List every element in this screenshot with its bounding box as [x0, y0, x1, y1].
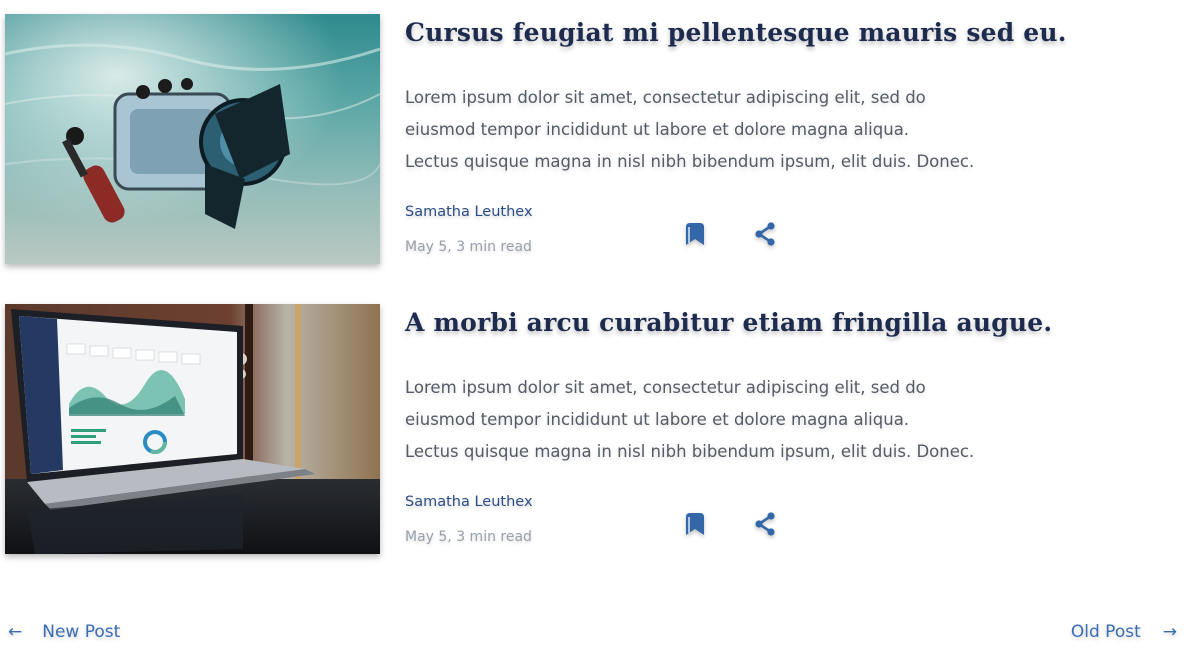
share-icon — [755, 512, 775, 536]
excerpt-line: Lectus quisque magna in nisl nibh bibend… — [405, 442, 975, 461]
post-excerpt: Lorem ipsum dolor sit amet, consectetur … — [405, 82, 1095, 178]
share-button[interactable] — [751, 218, 779, 250]
laptop-dashboard-photo — [5, 304, 380, 554]
old-post-link[interactable]: Old Post → — [1071, 622, 1177, 642]
excerpt-line: eiusmod tempor incididunt ut labore et d… — [405, 120, 910, 139]
bookmark-icon — [686, 513, 704, 535]
post-excerpt: Lorem ipsum dolor sit amet, consectetur … — [405, 372, 1095, 468]
share-icon — [755, 222, 775, 246]
bookmark-button[interactable] — [681, 218, 709, 250]
arrow-right-icon: → — [1162, 622, 1177, 642]
excerpt-line: Lorem ipsum dolor sit amet, consectetur … — [405, 378, 926, 397]
bookmark-button[interactable] — [681, 508, 709, 540]
bookmark-icon — [686, 223, 704, 245]
share-button[interactable] — [751, 508, 779, 540]
post-date-readtime: May 5, 3 min read — [405, 529, 532, 545]
excerpt-line: Lorem ipsum dolor sit amet, consectetur … — [405, 88, 926, 107]
post-author-link[interactable]: Samatha Leuthex — [405, 494, 533, 510]
old-post-label: Old Post — [1070, 622, 1141, 642]
post-thumbnail-image[interactable] — [5, 304, 380, 554]
blog-post-card: A morbi arcu curabitur etiam fringilla a… — [5, 304, 1191, 556]
excerpt-line: Lectus quisque magna in nisl nibh bibend… — [405, 152, 975, 171]
post-title[interactable]: Cursus feugiat mi pellentesque mauris se… — [405, 18, 1067, 47]
new-post-label: New Post — [42, 622, 121, 642]
camera-housing-photo — [5, 14, 380, 264]
blog-post-card: Cursus feugiat mi pellentesque mauris se… — [5, 14, 1191, 266]
post-title[interactable]: A morbi arcu curabitur etiam fringilla a… — [405, 308, 1052, 337]
post-thumbnail-image[interactable] — [5, 14, 380, 264]
arrow-left-icon: ← — [8, 622, 23, 642]
excerpt-line: eiusmod tempor incididunt ut labore et d… — [405, 410, 910, 429]
post-author-link[interactable]: Samatha Leuthex — [405, 204, 533, 220]
post-date-readtime: May 5, 3 min read — [405, 239, 532, 255]
new-post-link[interactable]: ← New Post — [8, 622, 120, 642]
